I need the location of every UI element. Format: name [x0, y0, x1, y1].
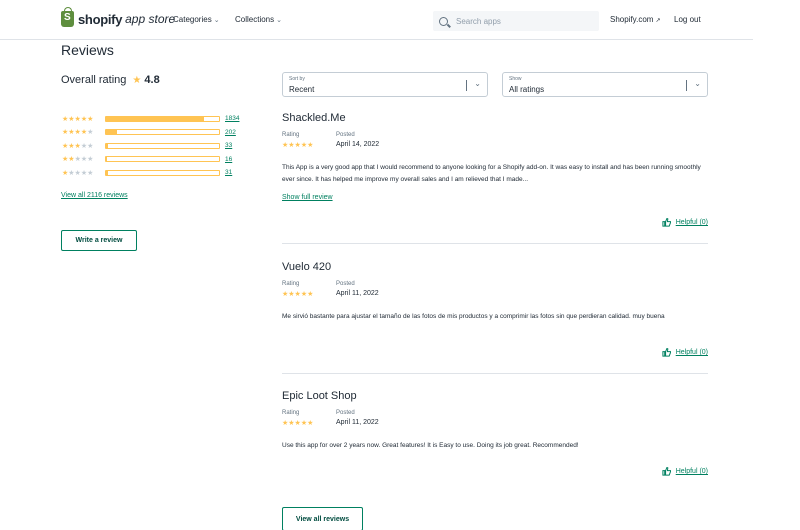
- select-separator: [466, 80, 467, 91]
- rating-bar: [105, 129, 220, 136]
- shopify-com-label: Shopify.com: [610, 15, 654, 24]
- reviewer-name: Vuelo 420: [282, 261, 332, 273]
- rating-row-1: ★★★★★ 31: [62, 166, 239, 180]
- shopify-bag-icon: [61, 7, 74, 27]
- rating-row-5: ★★★★★ 1834: [62, 112, 239, 126]
- rating-bar: [105, 169, 220, 176]
- external-link-icon: ↗: [655, 18, 661, 24]
- rating-count-link[interactable]: 202: [225, 129, 236, 136]
- review-meta: Rating Posted ★★★★★ April 14, 2022: [282, 132, 708, 158]
- rating-bar: [105, 156, 220, 163]
- rating-count-link[interactable]: 31: [225, 169, 232, 176]
- chevron-down-icon: ⌄: [474, 79, 481, 88]
- star-icon: ★: [132, 74, 142, 86]
- star-icons: ★★★★★: [62, 142, 94, 150]
- rating-bar: [105, 142, 220, 149]
- overall-rating-score: 4.8: [144, 74, 160, 86]
- logout-link[interactable]: Log out: [674, 15, 701, 24]
- nav-collections[interactable]: Collections ⌄: [235, 15, 282, 24]
- review-meta: Rating Posted ★★★★★ April 11, 2022: [282, 281, 708, 307]
- thumbs-up-icon: [662, 218, 671, 227]
- star-icons: ★★★★★: [62, 129, 94, 137]
- review-stars: ★★★★★: [282, 142, 314, 149]
- review-item: Vuelo 420 Rating Posted ★★★★★ April 11, …: [282, 261, 708, 357]
- reviewer-name: Shackled.Me: [282, 112, 346, 124]
- review-date: April 14, 2022: [336, 141, 380, 148]
- chevron-down-icon: ⌄: [276, 17, 283, 24]
- logo-subtext: app store: [125, 12, 176, 26]
- review-item: Epic Loot Shop Rating Posted ★★★★★ April…: [282, 390, 708, 476]
- rating-row-4: ★★★★★ 202: [62, 126, 239, 140]
- thumbs-up-icon: [662, 467, 671, 476]
- rating-label: Rating: [282, 132, 300, 138]
- view-all-reviews-button[interactable]: View all reviews: [282, 507, 363, 530]
- rating-row-2: ★★★★★ 16: [62, 153, 239, 167]
- helpful-button[interactable]: Helpful (0): [662, 348, 708, 357]
- review-item: Shackled.Me Rating Posted ★★★★★ April 14…: [282, 112, 708, 227]
- chevron-down-icon: ⌄: [694, 79, 701, 88]
- show-full-review-link[interactable]: Show full review: [282, 194, 333, 201]
- star-icons: ★★★★★: [62, 169, 94, 177]
- rating-count-link[interactable]: 1834: [225, 115, 239, 122]
- rating-bar-fill: [106, 157, 107, 162]
- nav-categories[interactable]: Categories ⌄: [173, 15, 220, 24]
- sort-by-label: Sort by: [289, 76, 305, 82]
- review-date: April 11, 2022: [336, 290, 379, 297]
- rating-bar: [105, 115, 220, 122]
- helpful-label: Helpful (0): [675, 468, 708, 475]
- select-separator: [686, 80, 687, 91]
- star-icons: ★★★★★: [62, 156, 94, 164]
- page-title: Reviews: [61, 42, 114, 58]
- search-input[interactable]: [456, 16, 586, 26]
- show-label: Show: [509, 76, 522, 82]
- review-body: This App is a very good app that I would…: [282, 164, 701, 183]
- posted-label: Posted: [336, 281, 355, 287]
- review-divider: [282, 243, 708, 244]
- helpful-button[interactable]: Helpful (0): [662, 467, 708, 476]
- rating-count-link[interactable]: 16: [225, 156, 232, 163]
- rating-count-link[interactable]: 33: [225, 142, 232, 149]
- posted-label: Posted: [336, 132, 355, 138]
- show-ratings-select[interactable]: Show All ratings ⌄: [502, 72, 708, 97]
- logo-text: shopify: [78, 11, 123, 27]
- rating-bar-fill: [106, 130, 118, 135]
- helpful-button[interactable]: Helpful (0): [662, 218, 708, 227]
- review-body: Use this app for over 2 years now. Great…: [282, 442, 579, 449]
- thumbs-up-icon: [662, 348, 671, 357]
- review-meta: Rating Posted ★★★★★ April 11, 2022: [282, 410, 708, 436]
- overall-rating: Overall rating ★ 4.8: [61, 74, 160, 86]
- shopify-com-link[interactable]: Shopify.com ↗: [610, 15, 660, 24]
- helpful-label: Helpful (0): [675, 219, 708, 226]
- sort-by-select[interactable]: Sort by Recent ⌄: [282, 72, 488, 97]
- nav-categories-label: Categories: [173, 15, 212, 24]
- rating-bar-fill: [106, 170, 108, 175]
- rating-distribution: ★★★★★ 1834 ★★★★★ 202 ★★★★★ 33 ★★★★★ 16 ★★★★★ 31: [62, 112, 239, 180]
- review-stars: ★★★★★: [282, 420, 314, 427]
- shopify-app-store-logo[interactable]: shopify app store: [61, 7, 176, 27]
- reviewer-name: Epic Loot Shop: [282, 390, 357, 402]
- review-date: April 11, 2022: [336, 419, 379, 426]
- rating-bar-fill: [106, 143, 108, 148]
- search-box[interactable]: [433, 11, 599, 31]
- rating-bar-fill: [106, 116, 205, 121]
- show-value: All ratings: [509, 85, 545, 94]
- sort-by-value: Recent: [289, 85, 315, 94]
- review-body: Me sirvió bastante para ajustar el tamañ…: [282, 313, 665, 320]
- top-header: shopify app store Categories⌄ Collection…: [0, 0, 753, 40]
- view-all-reviews-link[interactable]: View all 2116 reviews: [61, 192, 128, 199]
- posted-label: Posted: [336, 410, 355, 416]
- search-icon: [439, 16, 448, 26]
- overall-rating-label: Overall rating: [61, 74, 127, 86]
- rating-label: Rating: [282, 410, 300, 416]
- review-stars: ★★★★★: [282, 291, 314, 298]
- review-divider: [282, 373, 708, 374]
- helpful-label: Helpful (0): [675, 349, 708, 356]
- star-icons: ★★★★★: [62, 115, 94, 123]
- chevron-down-icon: ⌄: [213, 17, 220, 24]
- rating-row-3: ★★★★★ 33: [62, 139, 239, 153]
- write-review-button[interactable]: Write a review: [61, 230, 137, 251]
- nav-collections-label: Collections: [235, 15, 275, 24]
- rating-label: Rating: [282, 281, 300, 287]
